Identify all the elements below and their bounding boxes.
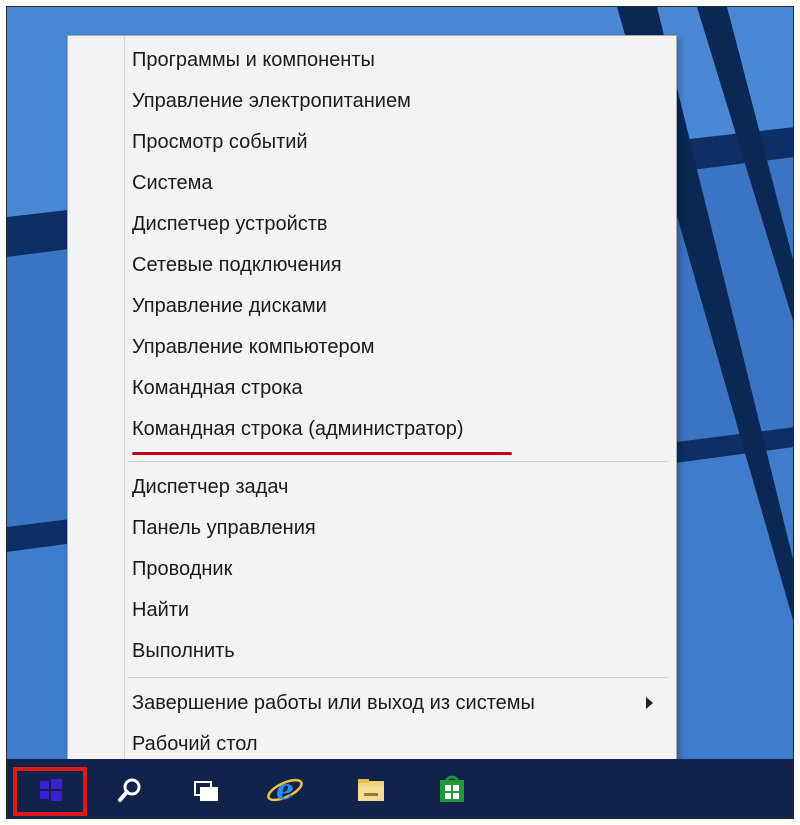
file-explorer-icon <box>358 779 384 801</box>
menu-item-power-options[interactable]: Управление электропитанием <box>132 83 411 119</box>
menu-item-programs-and-features[interactable]: Программы и компоненты <box>132 42 375 78</box>
svg-text:e: e <box>276 773 294 806</box>
menu-item-device-manager[interactable]: Диспетчер устройств <box>132 206 328 242</box>
menu-item-search[interactable]: Найти <box>132 592 189 628</box>
task-view-icon <box>194 781 218 801</box>
menu-item-computer-management[interactable]: Управление компьютером <box>132 329 374 365</box>
search-button[interactable] <box>99 759 159 818</box>
store-button[interactable] <box>422 759 482 818</box>
menu-item-network-connections[interactable]: Сетевые подключения <box>132 247 342 283</box>
desktop-screen: Программы и компоненты Управление электр… <box>6 6 794 819</box>
menu-item-event-viewer[interactable]: Просмотр событий <box>132 124 308 160</box>
taskbar: e <box>7 759 793 818</box>
menu-item-task-manager[interactable]: Диспетчер задач <box>132 469 288 505</box>
menu-item-shut-down-or-sign-out[interactable]: Завершение работы или выход из системы <box>132 685 535 721</box>
submenu-arrow-icon <box>646 697 653 709</box>
search-icon <box>118 778 141 802</box>
menu-item-file-explorer[interactable]: Проводник <box>132 551 232 587</box>
menu-item-desktop[interactable]: Рабочий стол <box>132 726 258 762</box>
menu-item-command-prompt-admin[interactable]: Командная строка (администратор) <box>132 411 464 447</box>
internet-explorer-icon: e <box>267 773 303 806</box>
menu-item-run[interactable]: Выполнить <box>132 633 235 669</box>
internet-explorer-button[interactable]: e <box>255 759 315 818</box>
menu-separator <box>128 461 668 462</box>
store-icon <box>440 775 464 802</box>
menu-separator <box>128 677 668 678</box>
menu-item-control-panel[interactable]: Панель управления <box>132 510 316 546</box>
menu-item-command-prompt[interactable]: Командная строка <box>132 370 303 406</box>
menu-item-disk-management[interactable]: Управление дисками <box>132 288 327 324</box>
winx-context-menu: Программы и компоненты Управление электр… <box>67 35 677 769</box>
task-view-button[interactable] <box>176 759 236 818</box>
menu-item-system[interactable]: Система <box>132 165 213 201</box>
file-explorer-button[interactable] <box>341 759 401 818</box>
highlight-underline <box>132 452 512 455</box>
menu-icon-gutter <box>124 36 125 768</box>
start-button-highlight <box>13 767 87 816</box>
